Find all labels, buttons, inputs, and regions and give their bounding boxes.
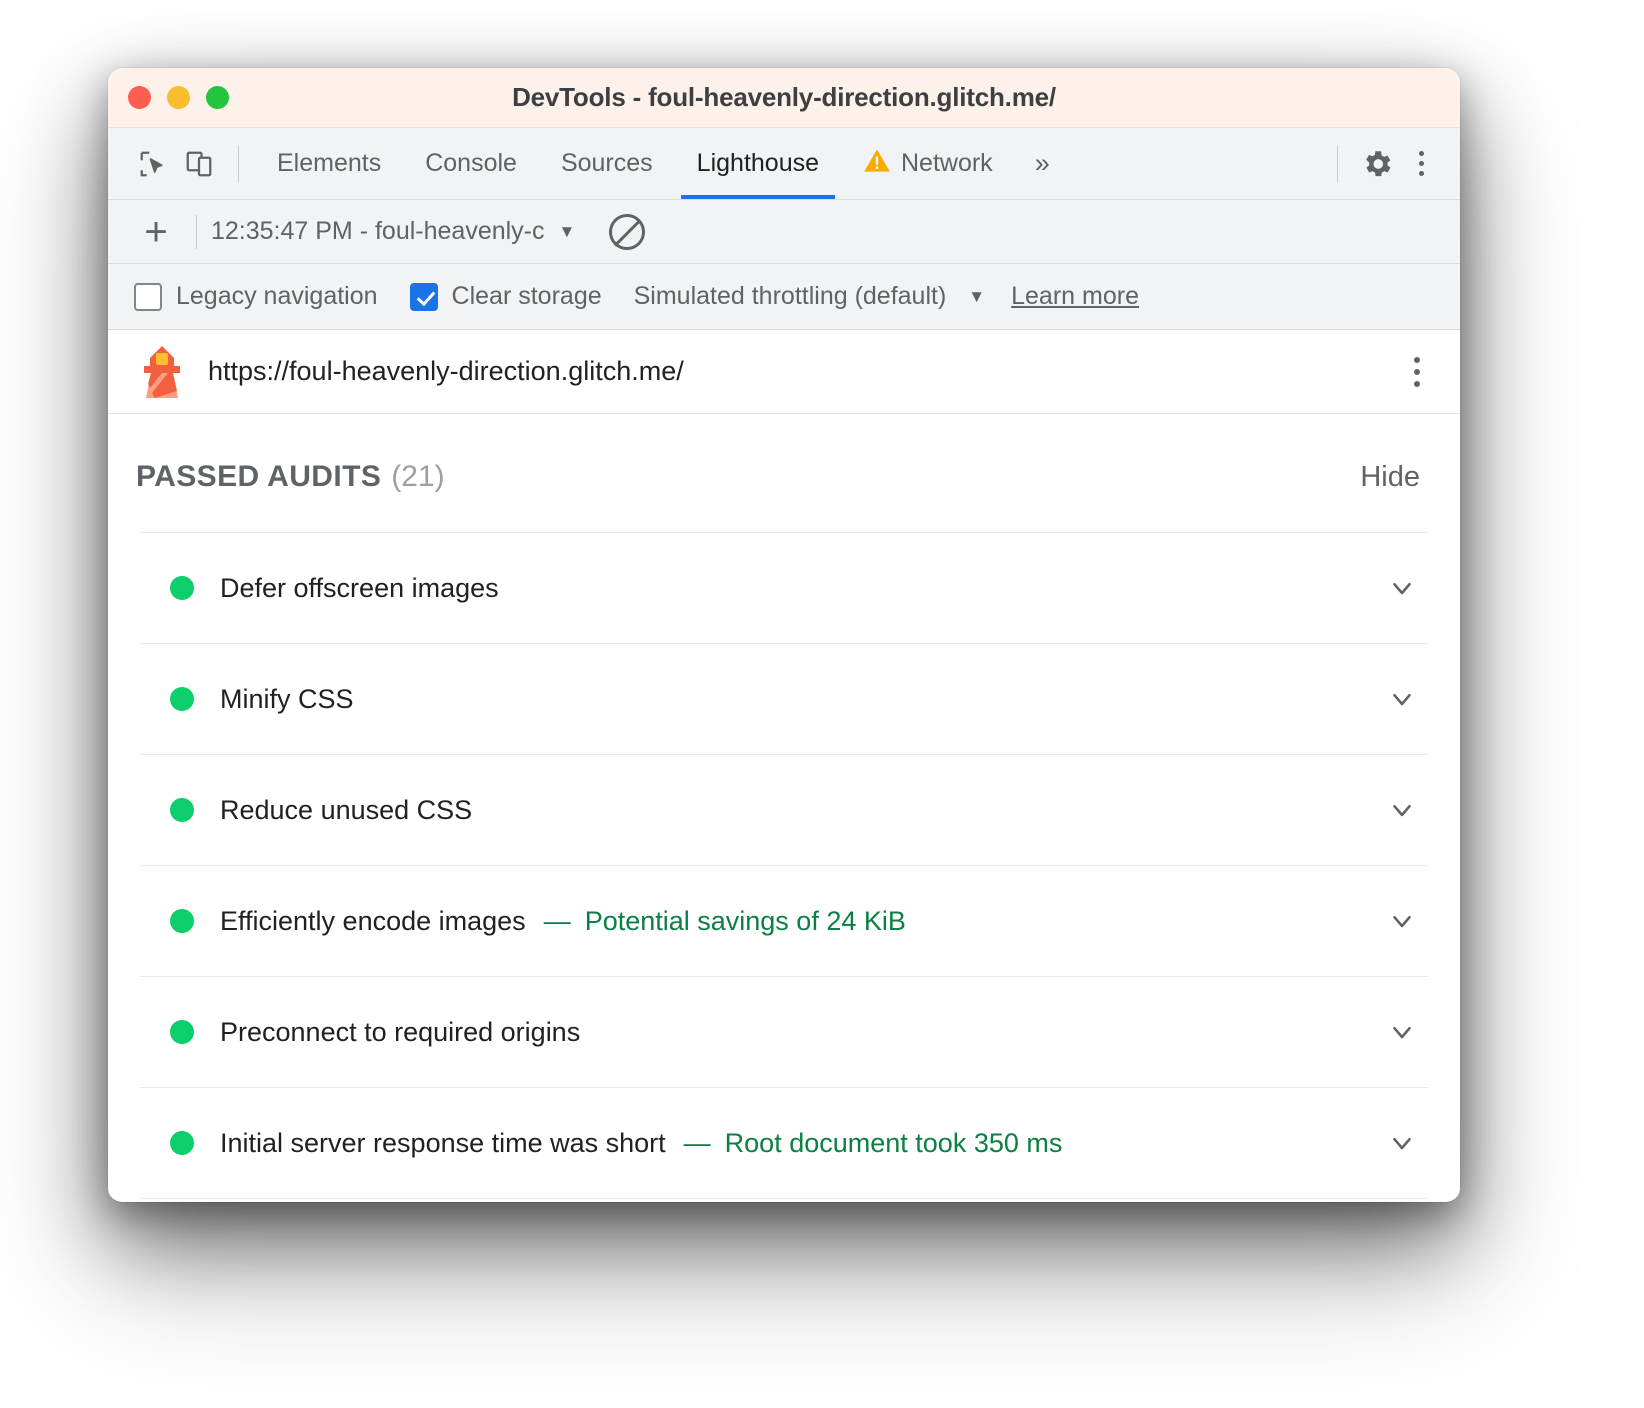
device-toolbar-icon[interactable] (176, 141, 222, 187)
devtools-tabstrip: Elements Console Sources Lighthouse (108, 128, 1460, 200)
audit-detail: Root document took 350 ms (725, 1128, 1063, 1159)
learn-more-link[interactable]: Learn more (1011, 282, 1139, 311)
window-title: DevTools - foul-heavenly-direction.glitc… (108, 82, 1460, 113)
report-options-icon[interactable] (1396, 350, 1438, 394)
audit-separator: — (544, 906, 571, 937)
tab-lighthouse-label: Lighthouse (697, 149, 819, 178)
inspect-element-icon[interactable] (130, 141, 176, 187)
tab-elements-label: Elements (277, 149, 381, 178)
chevron-down-icon[interactable] (1382, 568, 1422, 608)
report-url: https://foul-heavenly-direction.glitch.m… (208, 356, 684, 387)
pass-status-icon (170, 798, 194, 822)
throttling-dropdown[interactable]: Simulated throttling (default) ▼ (634, 282, 986, 311)
new-audit-button[interactable]: + (134, 212, 178, 252)
passed-audits-header: PASSED AUDITS (21) Hide (134, 414, 1434, 532)
audit-title: Preconnect to required origins (220, 1017, 580, 1048)
legacy-navigation-label: Legacy navigation (176, 282, 378, 311)
chevron-down-icon[interactable] (1382, 679, 1422, 719)
toolbar-divider (238, 146, 239, 182)
lighthouse-run-toolbar: + 12:35:47 PM - foul-heavenly-c ▼ (108, 200, 1460, 264)
window-titlebar: DevTools - foul-heavenly-direction.glitc… (108, 68, 1460, 128)
panel-tabs: Elements Console Sources Lighthouse (255, 128, 1070, 199)
tab-network-label: Network (901, 149, 993, 178)
audit-title: Reduce unused CSS (220, 795, 472, 826)
clear-storage-checkbox[interactable]: Clear storage (410, 282, 602, 311)
legacy-navigation-checkbox-box[interactable] (134, 283, 162, 311)
table-row[interactable]: Minify CSS (140, 644, 1428, 755)
more-tabs-button[interactable]: » (1015, 148, 1070, 179)
chevron-down-icon[interactable] (1382, 790, 1422, 830)
audit-title: Minify CSS (220, 684, 354, 715)
chevron-down-icon[interactable] (1382, 901, 1422, 941)
pass-status-icon (170, 1020, 194, 1044)
audit-detail: Potential savings of 24 KiB (585, 906, 906, 937)
warning-triangle-icon (863, 147, 891, 180)
tab-console[interactable]: Console (403, 128, 539, 199)
clear-all-icon[interactable] (609, 214, 645, 250)
chevron-down-icon[interactable] (1382, 1123, 1422, 1163)
run-selector-dropdown[interactable]: 12:35:47 PM - foul-heavenly-c ▼ (211, 217, 575, 246)
table-row[interactable]: Preconnect to required origins (140, 977, 1428, 1088)
lighthouse-report-body: PASSED AUDITS (21) Hide Defer offscreen … (108, 414, 1460, 1199)
gear-icon[interactable] (1354, 141, 1400, 187)
table-row[interactable]: Defer offscreen images (140, 533, 1428, 644)
throttling-label: Simulated throttling (default) (634, 282, 947, 311)
toolbar-divider-right (1337, 146, 1338, 182)
legacy-navigation-checkbox[interactable]: Legacy navigation (134, 282, 378, 311)
clear-storage-label: Clear storage (452, 282, 602, 311)
hide-passed-audits-button[interactable]: Hide (1360, 461, 1432, 494)
tab-network[interactable]: Network (841, 128, 1015, 199)
clear-storage-checkbox-box[interactable] (410, 283, 438, 311)
run-toolbar-divider (196, 215, 197, 249)
tab-lighthouse[interactable]: Lighthouse (675, 128, 841, 199)
pass-status-icon (170, 576, 194, 600)
screenshot-stage: DevTools - foul-heavenly-direction.glitc… (0, 0, 1644, 1408)
lighthouse-icon (138, 344, 186, 400)
audit-title: Initial server response time was short (220, 1128, 666, 1159)
devtools-window: DevTools - foul-heavenly-direction.glitc… (108, 68, 1460, 1202)
table-row[interactable]: Efficiently encode images — Potential sa… (140, 866, 1428, 977)
lighthouse-settings-row: Legacy navigation Clear storage Simulate… (108, 264, 1460, 330)
tab-console-label: Console (425, 149, 517, 178)
chevron-down-icon: ▼ (559, 222, 576, 242)
tab-elements[interactable]: Elements (255, 128, 403, 199)
chevron-down-icon[interactable] (1382, 1012, 1422, 1052)
audit-title: Efficiently encode images (220, 906, 526, 937)
audit-separator: — (684, 1128, 711, 1159)
table-row[interactable]: Initial server response time was short —… (140, 1088, 1428, 1199)
tab-sources[interactable]: Sources (539, 128, 675, 199)
tab-sources-label: Sources (561, 149, 653, 178)
pass-status-icon (170, 687, 194, 711)
pass-status-icon (170, 1131, 194, 1155)
run-selector-label: 12:35:47 PM - foul-heavenly-c (211, 217, 545, 246)
devtools-main-menu-icon[interactable] (1400, 142, 1442, 186)
passed-audits-count: (21) (391, 460, 444, 494)
pass-status-icon (170, 909, 194, 933)
passed-audits-list: Defer offscreen images Minify CSS Reduce… (140, 532, 1428, 1199)
audit-title: Defer offscreen images (220, 573, 499, 604)
table-row[interactable]: Reduce unused CSS (140, 755, 1428, 866)
passed-audits-title: PASSED AUDITS (136, 460, 381, 494)
tabstrip-right-actions (1321, 141, 1442, 187)
chevron-down-icon: ▼ (968, 287, 985, 307)
report-url-bar: https://foul-heavenly-direction.glitch.m… (108, 330, 1460, 414)
